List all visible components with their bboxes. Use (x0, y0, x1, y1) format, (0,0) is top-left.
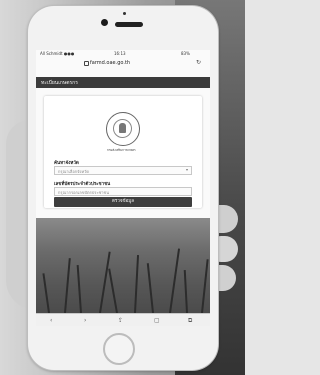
rice-stalk (64, 258, 71, 314)
share-icon[interactable]: ⇪ (118, 317, 123, 324)
front-camera-icon (101, 19, 108, 26)
back-icon[interactable]: ‹ (50, 317, 52, 324)
province-placeholder: กรุณาเลือกจังหวัด (58, 169, 89, 174)
status-time: 16:13 (114, 51, 126, 56)
chevron-down-icon: ▾ (185, 167, 188, 172)
tabs-icon[interactable]: ⧉ (188, 317, 192, 325)
province-select[interactable]: กรุณาเลือกจังหวัด ▾ (54, 166, 192, 175)
farmer-id-placeholder: กรุณากรอกเลขบัตรประชาชน (58, 190, 110, 195)
home-button[interactable] (103, 333, 135, 365)
url-text: farmd.oae.go.th (90, 60, 131, 66)
province-label: ค้นหาจังหวัด (54, 161, 79, 166)
address-bar[interactable]: farmd.oae.go.th ↻ (36, 58, 210, 70)
smartphone: All Schmidt ●●● 16:13 83% farmd.oae.go.t… (28, 6, 218, 370)
rice-stalk (99, 251, 111, 314)
rice-stalk (134, 255, 140, 314)
department-seal-icon (106, 112, 140, 146)
carrier-text: All Schmidt ●●● (40, 51, 75, 56)
rice-stalk (146, 263, 154, 314)
seal-emblem (119, 123, 126, 133)
bookmarks-icon[interactable]: ▢ (154, 317, 160, 324)
rice-stalk (76, 265, 82, 314)
forward-icon[interactable]: › (84, 317, 86, 324)
site-title: ทะเบียนเกษตรกร (41, 80, 78, 86)
battery-text: 83% (181, 51, 190, 56)
earpiece-speaker (115, 22, 143, 27)
rice-stalk (169, 248, 181, 314)
search-card: กรมส่งเสริมการเกษตร ค้นหาจังหวัด กรุณาเล… (44, 96, 202, 208)
seal-caption: กรมส่งเสริมการเกษตร (107, 148, 136, 152)
rice-stalk (108, 268, 118, 314)
browser-toolbar: ‹ › ⇪ ▢ ⧉ (36, 313, 210, 326)
lock-icon (84, 61, 89, 66)
submit-button[interactable]: ตรวจข้อมูล (54, 197, 192, 207)
farmer-id-label: เลขที่บัตรประจำตัวประชาชน (54, 182, 111, 187)
reload-icon[interactable]: ↻ (196, 59, 201, 66)
seal-inner-ring (113, 119, 132, 138)
rice-stalk (183, 270, 188, 314)
rice-stalk (42, 273, 50, 314)
rice-stalk (201, 259, 209, 314)
farmer-id-input[interactable]: กรุณากรอกเลขบัตรประชาชน (54, 187, 192, 196)
status-bar: All Schmidt ●●● 16:13 83% (36, 50, 210, 58)
rice-field-photo (36, 218, 210, 314)
phone-screen: All Schmidt ●●● 16:13 83% farmd.oae.go.t… (36, 50, 210, 326)
sensor-dot (123, 12, 126, 15)
site-header: ทะเบียนเกษตรกร (36, 77, 210, 88)
